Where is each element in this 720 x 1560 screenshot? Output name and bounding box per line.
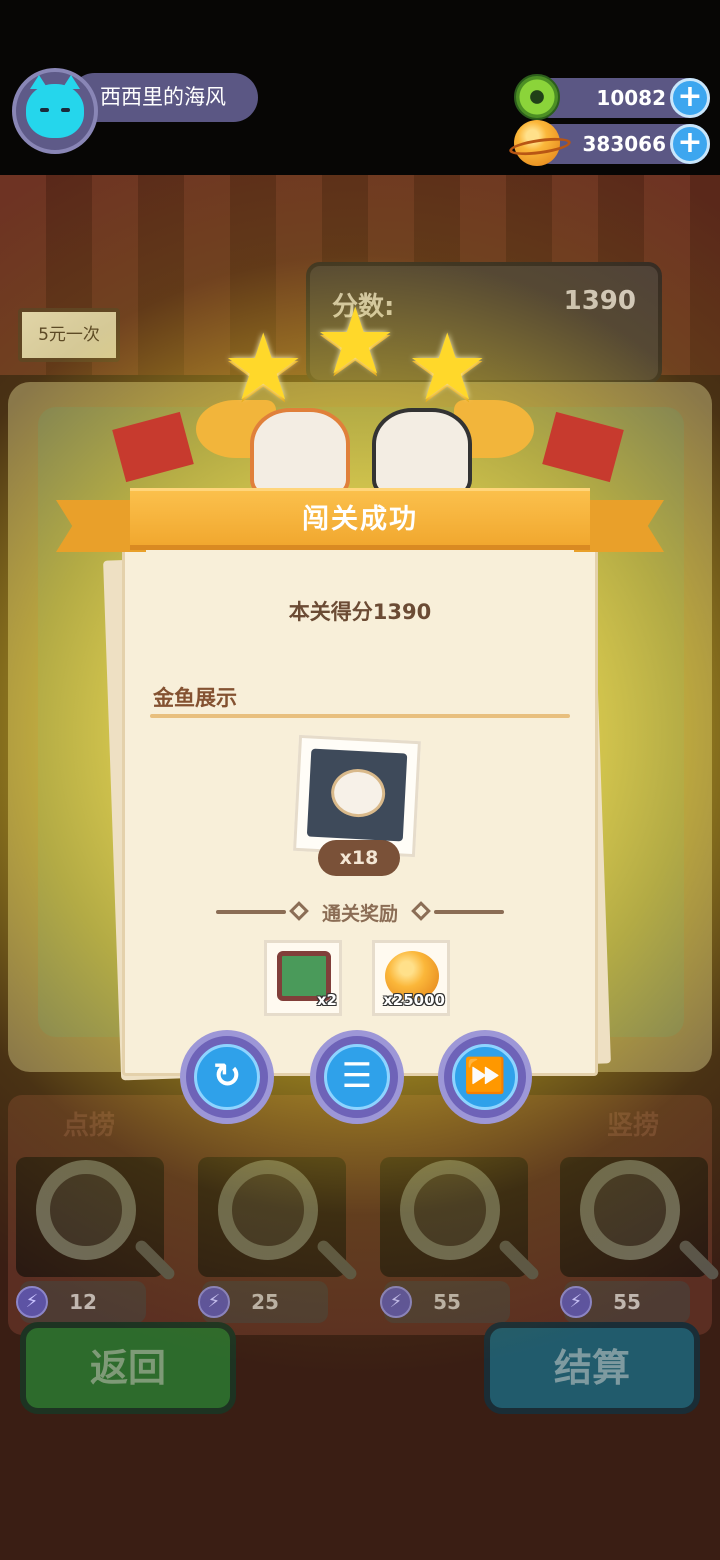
list-button[interactable]: ☰ [310,1030,404,1124]
net-icon [36,1160,136,1260]
add-gold-coin-button[interactable]: + [670,124,710,164]
green-token-counter: 10082 + [514,74,710,120]
back-button[interactable]: 返回 [20,1322,236,1414]
tool-dot-scoop[interactable]: 点捞 ⚡ 12 [6,1105,172,1330]
net-icon [400,1160,500,1260]
tool-cost: 55 [613,1290,641,1314]
tool-vertical-scoop[interactable]: 竖捞 ⚡ 55 [550,1105,716,1330]
star-icon: ★ [406,314,489,421]
add-green-token-button[interactable]: + [670,78,710,118]
tool-cost: 12 [69,1290,97,1314]
goldfish-card[interactable] [293,734,421,858]
avatar[interactable] [12,68,98,154]
tool-title: 点捞 [62,1111,115,1141]
orange-cat-icon [250,408,350,498]
tool-cost: 25 [251,1290,279,1314]
star-icon: ★ [222,314,305,421]
reward-count: x2 [316,991,337,1009]
reward-item: x2 [264,940,342,1016]
green-token-value: 10082 [596,86,666,110]
replay-button[interactable]: ↻ [180,1030,274,1124]
star-icon: ★ [314,288,397,395]
tool-title: 竖捞 [606,1111,659,1141]
settle-button[interactable]: 结算 [484,1322,700,1414]
rewards-title: 通关奖励 [321,903,398,925]
top-bar: 西西里的海风 10082 + 383066 + [0,0,720,175]
success-banner: 闯关成功 [130,488,590,550]
tool-cost: 55 [433,1290,461,1314]
level-score: 本关得分1390 [288,600,432,624]
game-screen: 西西里的海风 10082 + 383066 + 5元一次 分数: 1390 点捞… [0,0,720,1560]
section-divider [150,714,570,718]
list-icon: ☰ [324,1044,390,1110]
tool-grid-scoop[interactable]: ⚡ 25 [188,1105,354,1330]
refresh-icon: ↻ [194,1044,260,1110]
blue-cat-avatar-icon [26,75,84,138]
green-token-icon [514,74,560,120]
black-cat-icon [372,408,472,498]
goldfish-count: x18 [318,840,400,876]
net-icon [218,1160,318,1260]
gold-coin-counter: 383066 + [514,120,710,166]
player-name: 西西里的海风 [70,73,258,122]
fast-forward-icon: ⏩ [452,1044,518,1110]
gold-planet-coin-icon [514,120,560,166]
goldfish-section-title: 金鱼展示 [153,686,237,710]
net-icon [580,1160,680,1260]
energy-icon: ⚡ [560,1286,592,1318]
reward-count: x25000 [383,991,445,1009]
reward-item: x25000 [372,940,450,1016]
gold-coin-value: 383066 [582,132,667,156]
tool-horizontal-scoop[interactable]: ⚡ 55 [370,1105,536,1330]
energy-icon: ⚡ [198,1286,230,1318]
energy-icon: ⚡ [16,1286,48,1318]
next-button[interactable]: ⏩ [438,1030,532,1124]
score-value: 1390 [563,286,636,316]
energy-icon: ⚡ [380,1286,412,1318]
goldfish-icon [306,748,408,842]
price-sign: 5元一次 [18,308,120,362]
